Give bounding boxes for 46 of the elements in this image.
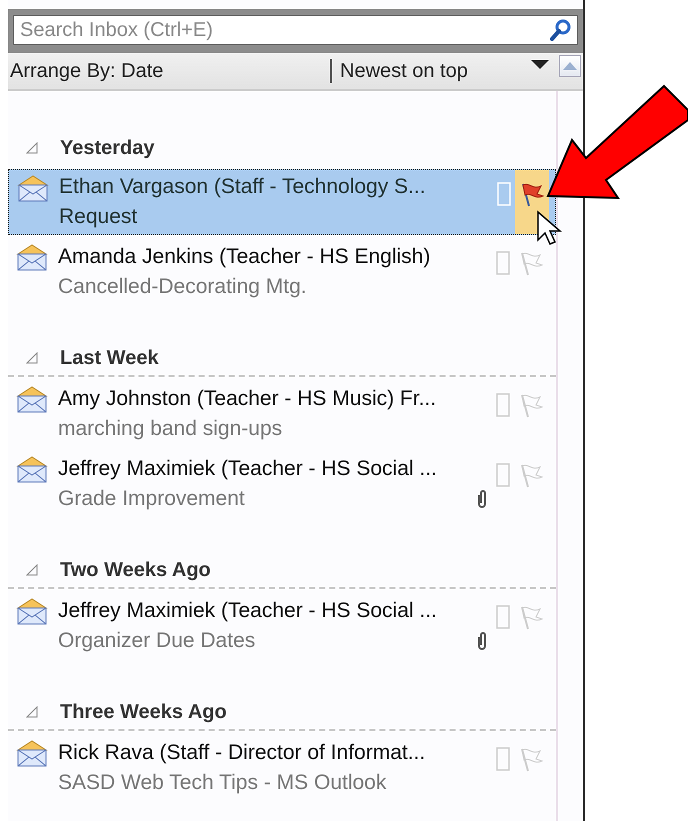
flag-icon[interactable] bbox=[519, 182, 545, 208]
group-heading: Last Week bbox=[60, 346, 159, 370]
sender-name: Jeffrey Maximiek (Teacher - HS Social ... bbox=[58, 599, 438, 623]
up-arrow-icon bbox=[563, 62, 577, 70]
dropdown-icon[interactable] bbox=[531, 60, 549, 70]
category-box-icon[interactable] bbox=[496, 605, 510, 629]
envelope-icon bbox=[17, 175, 49, 203]
sender-name: Rick Rava (Staff - Director of Informat... bbox=[58, 741, 426, 765]
message-item[interactable]: Jeffrey Maximiek (Teacher - HS Social ... Organizer Due Dates bbox=[8, 593, 556, 659]
envelope-icon bbox=[16, 386, 48, 414]
collapse-icon[interactable] bbox=[26, 352, 38, 364]
collapse-icon[interactable] bbox=[26, 706, 38, 718]
message-item[interactable]: Rick Rava (Staff - Director of Informat... SASD Web Tech Tips - MS Outlook bbox=[8, 735, 556, 801]
group-heading: Three Weeks Ago bbox=[60, 700, 227, 724]
message-subject: marching band sign-ups bbox=[58, 417, 282, 441]
scroll-up-button[interactable] bbox=[559, 55, 581, 77]
message-subject: Cancelled-Decorating Mtg. bbox=[58, 275, 307, 299]
envelope-icon bbox=[16, 456, 48, 484]
sender-name: Amanda Jenkins (Teacher - HS English) bbox=[58, 245, 432, 269]
message-subject: SASD Web Tech Tips - MS Outlook bbox=[58, 771, 386, 795]
group-heading: Two Weeks Ago bbox=[60, 558, 211, 582]
message-item[interactable]: Amy Johnston (Teacher - HS Music) Fr... marching band sign-ups bbox=[8, 381, 556, 447]
sort-order-label[interactable]: Newest on top bbox=[340, 60, 468, 82]
category-box-icon[interactable] bbox=[496, 393, 510, 417]
sender-name: Jeffrey Maximiek (Teacher - HS Social ... bbox=[58, 457, 438, 481]
category-box-icon[interactable] bbox=[496, 747, 510, 771]
envelope-icon bbox=[16, 598, 48, 626]
message-subject: Organizer Due Dates bbox=[58, 629, 256, 653]
search-field[interactable]: Search Inbox (Ctrl+E) bbox=[13, 15, 578, 45]
group-heading: Yesterday bbox=[60, 136, 155, 160]
message-item[interactable]: Jeffrey Maximiek (Teacher - HS Social ... Grade Improvement bbox=[8, 451, 556, 517]
search-icon bbox=[550, 19, 572, 41]
category-box-icon[interactable] bbox=[496, 463, 510, 487]
envelope-icon bbox=[16, 740, 48, 768]
message-subject: Request bbox=[59, 205, 138, 229]
cursor-icon bbox=[537, 210, 562, 245]
message-subject: Grade Improvement bbox=[58, 487, 245, 511]
sender-name: Ethan Vargason (Staff - Technology S... bbox=[59, 175, 427, 199]
category-box-icon[interactable] bbox=[496, 251, 510, 275]
message-item[interactable]: Ethan Vargason (Staff - Technology S... Request bbox=[8, 169, 556, 235]
envelope-icon bbox=[16, 244, 48, 272]
arrange-by-label[interactable]: Arrange By: Date bbox=[10, 60, 164, 82]
collapse-icon[interactable] bbox=[26, 564, 38, 576]
sender-name: Amy Johnston (Teacher - HS Music) Fr... bbox=[58, 387, 438, 411]
collapse-icon[interactable] bbox=[26, 142, 38, 154]
message-item[interactable]: Amanda Jenkins (Teacher - HS English) Cancelled-Decorating Mtg. bbox=[8, 239, 556, 305]
